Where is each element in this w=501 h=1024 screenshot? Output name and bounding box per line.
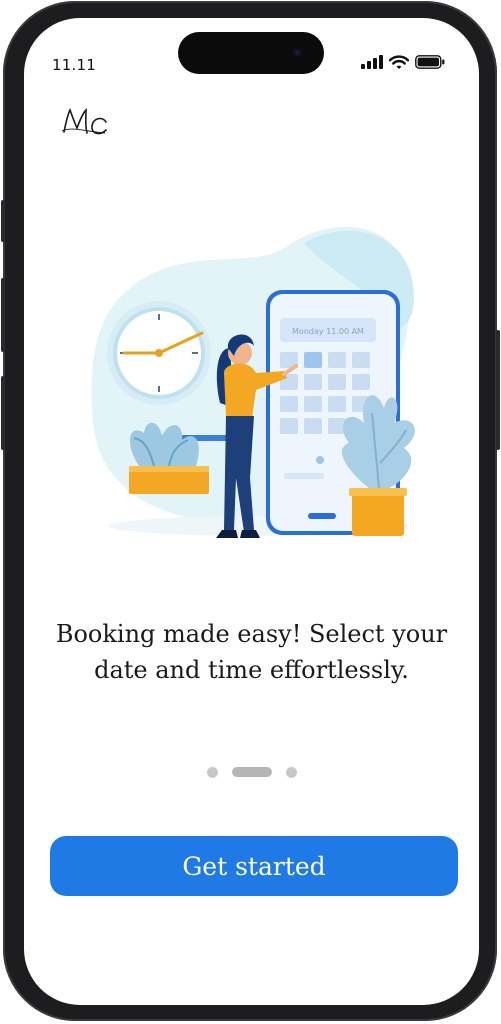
booking-illustration: Monday 11.00 AM (91, 226, 415, 538)
get-started-button[interactable]: Get started (50, 836, 458, 896)
home-indicator (179, 988, 324, 993)
page-dot-3[interactable] (285, 766, 297, 778)
page-indicator (24, 766, 479, 778)
brand-logo (61, 108, 107, 135)
page-dot-1[interactable] (206, 766, 218, 778)
cellular-signal-icon (361, 55, 383, 69)
phone-header-text: Monday 11.00 AM (292, 327, 364, 336)
dynamic-island (178, 32, 324, 74)
status-time: 11.11 (52, 56, 96, 74)
action-button (1, 200, 5, 242)
volume-down-button (1, 376, 5, 450)
power-button (496, 330, 500, 450)
onboarding-headline: Booking made easy! Select your date and … (55, 620, 448, 684)
page-dot-2-active[interactable] (231, 767, 272, 777)
app-screen: 11.11 Monday 11.00 AM Booking made easy!… (24, 18, 479, 1005)
status-icons (361, 52, 445, 72)
front-camera-icon (293, 48, 302, 57)
volume-up-button (1, 278, 5, 352)
wifi-icon (389, 54, 409, 69)
battery-icon (415, 55, 445, 69)
wall-clock-icon (107, 301, 211, 405)
